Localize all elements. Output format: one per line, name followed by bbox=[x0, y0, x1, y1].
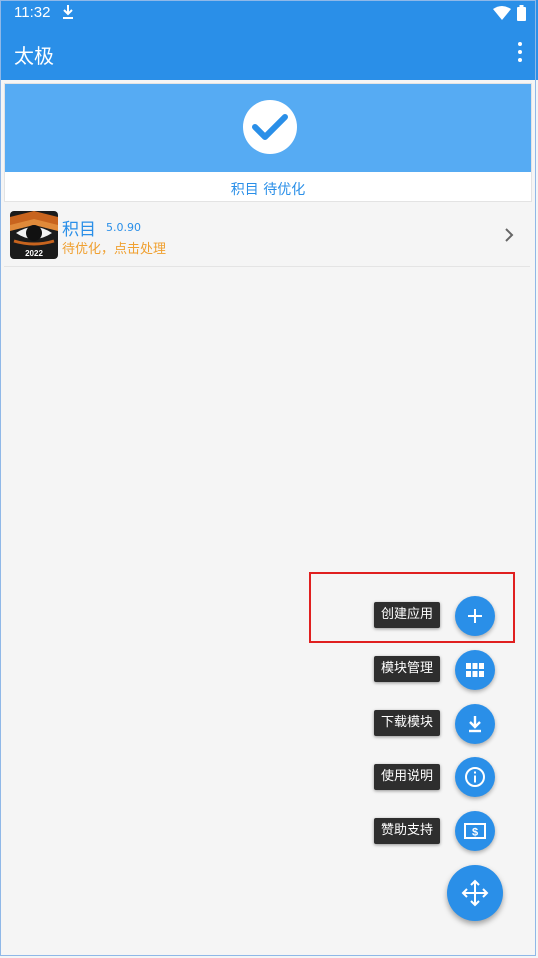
fab-label-instructions[interactable]: 使用说明 bbox=[374, 764, 441, 790]
download-notification-icon bbox=[63, 5, 73, 19]
status-time: 11:32 bbox=[14, 4, 51, 21]
fab-instructions-button[interactable] bbox=[455, 757, 495, 797]
app-bar: 太极 bbox=[0, 26, 538, 80]
app-icon: 2022 bbox=[10, 211, 58, 259]
list-item-app[interactable]: 2022 积目 5.0.90 待优化，点击处理 bbox=[4, 206, 530, 267]
grid-icon bbox=[466, 663, 484, 677]
fab-main-button[interactable] bbox=[447, 865, 503, 921]
check-icon bbox=[243, 100, 297, 154]
wifi-icon bbox=[493, 6, 511, 20]
fab-label-module-manage[interactable]: 模块管理 bbox=[374, 656, 441, 682]
status-banner bbox=[5, 84, 531, 172]
app-name: 积目 bbox=[62, 220, 96, 240]
battery-icon bbox=[517, 5, 526, 21]
svg-text:$: $ bbox=[472, 827, 478, 839]
app-status: 待优化，点击处理 bbox=[62, 242, 167, 257]
info-icon bbox=[465, 767, 485, 787]
fab-sponsor-button[interactable]: $ bbox=[455, 811, 495, 851]
app-icon-badge: 2022 bbox=[25, 249, 43, 258]
highlight-box bbox=[309, 572, 515, 643]
fab-label-sponsor[interactable]: 赞助支持 bbox=[374, 818, 441, 844]
status-text: 积目 待优化 bbox=[230, 182, 306, 198]
download-icon bbox=[469, 716, 481, 733]
fab-module-manage-button[interactable] bbox=[455, 650, 495, 690]
fab-download-module-button[interactable] bbox=[455, 704, 495, 744]
status-card[interactable]: 积目 待优化 bbox=[4, 83, 532, 202]
money-icon: $ bbox=[464, 823, 486, 839]
app-title: 太极 bbox=[14, 44, 54, 68]
overflow-menu-icon[interactable] bbox=[516, 42, 524, 62]
status-bar: 11:32 bbox=[0, 0, 538, 26]
chevron-right-icon bbox=[505, 228, 514, 242]
fab-label-download-module[interactable]: 下载模块 bbox=[374, 710, 441, 736]
move-arrows-icon bbox=[461, 879, 489, 907]
app-version: 5.0.90 bbox=[106, 221, 141, 234]
